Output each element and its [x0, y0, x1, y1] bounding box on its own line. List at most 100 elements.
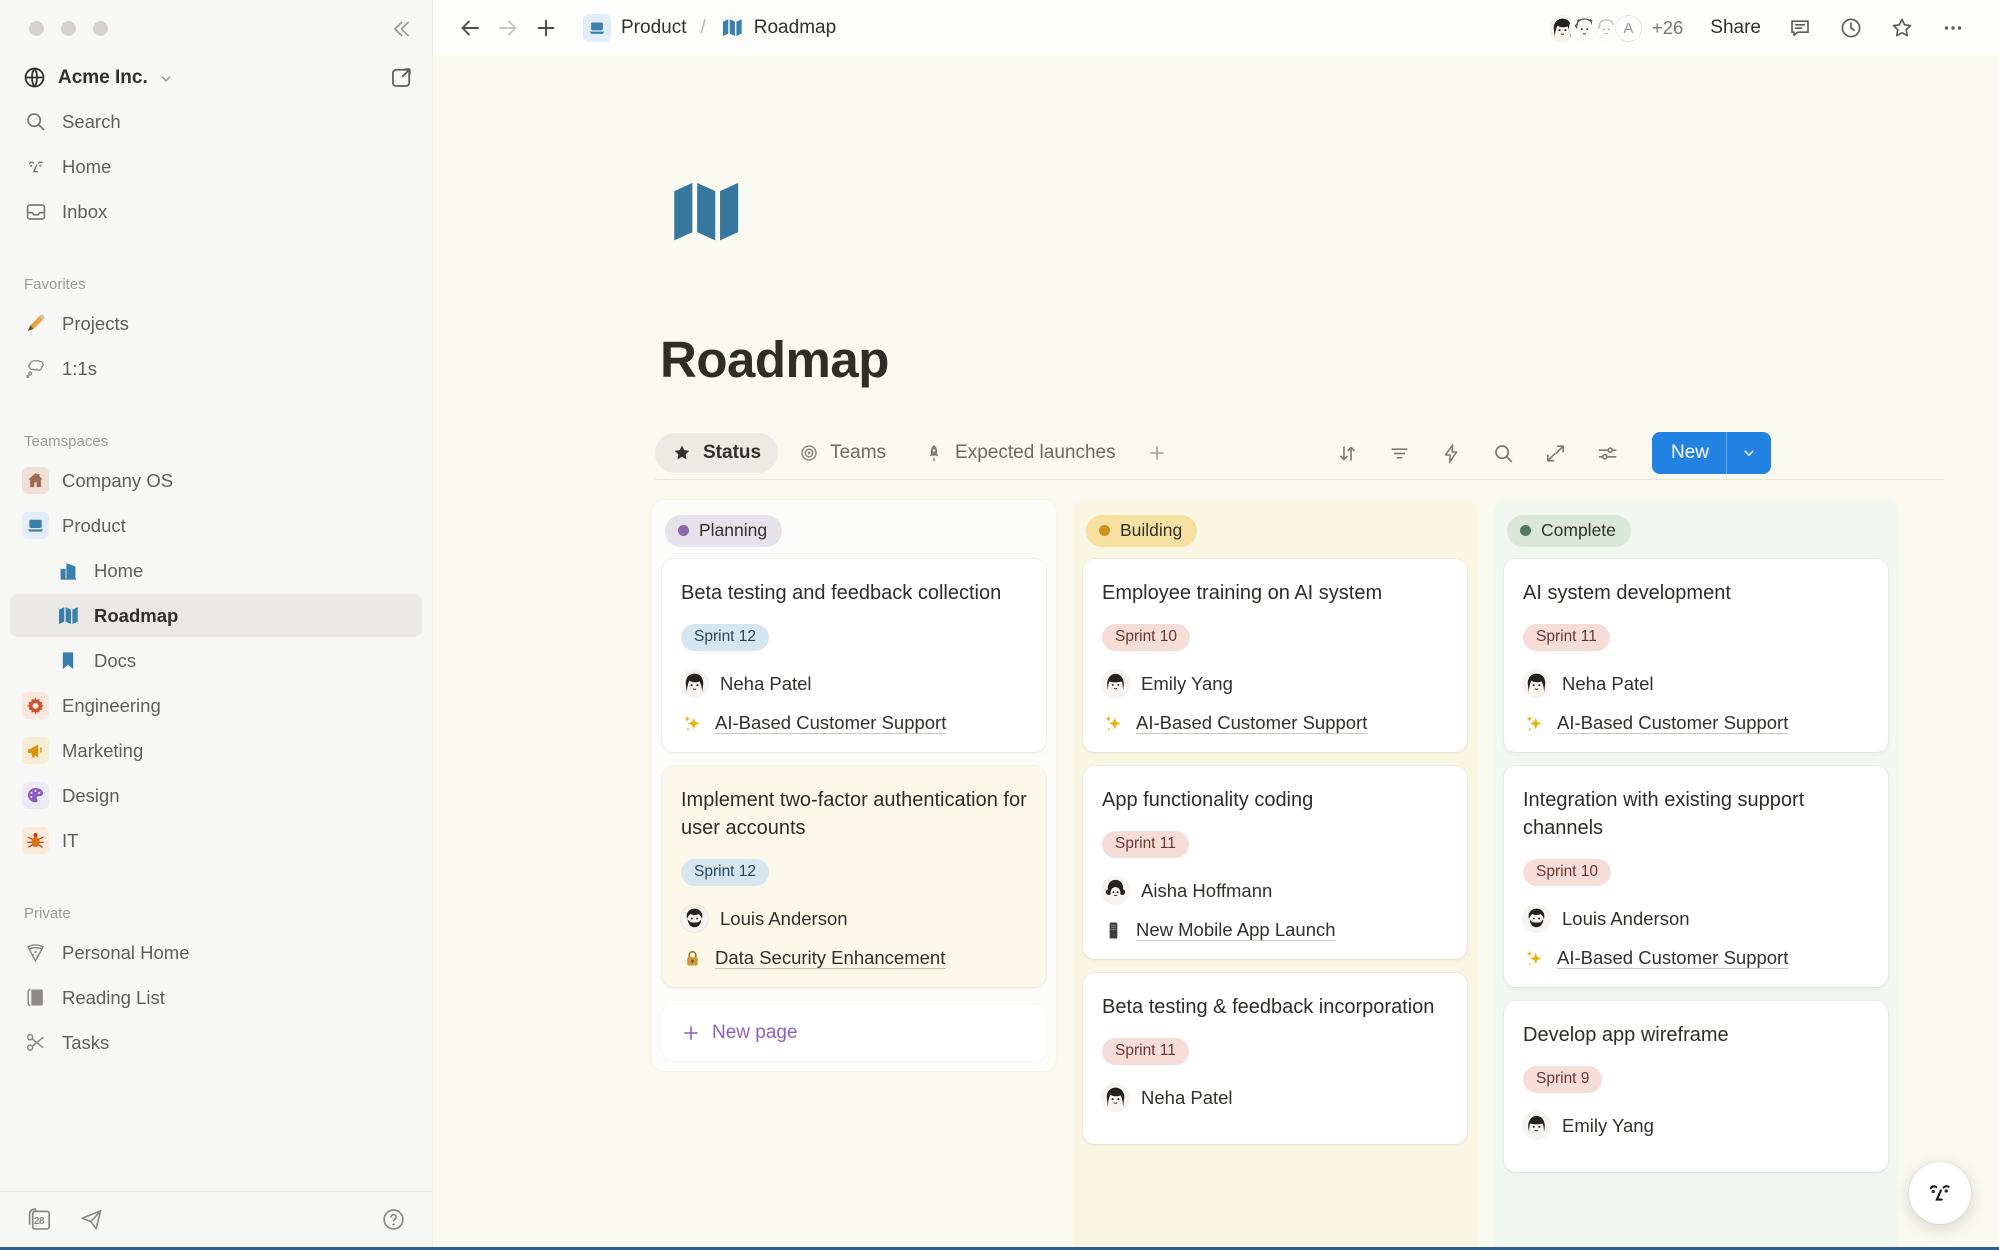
card-title[interactable]: Employee training on AI system: [1102, 579, 1448, 607]
calendar-icon[interactable]: 28: [26, 1206, 53, 1233]
sidebar-item-1-1s[interactable]: 1:1s: [10, 347, 422, 390]
new-button[interactable]: New: [1652, 432, 1771, 474]
share-button[interactable]: Share: [1710, 17, 1761, 39]
person-row[interactable]: Emily Yang: [1523, 1112, 1869, 1139]
linked-page[interactable]: New Mobile App Launch: [1136, 919, 1336, 941]
window-close-button[interactable]: [29, 21, 44, 36]
column-status-pill[interactable]: Building: [1086, 515, 1197, 547]
sprint-tag[interactable]: Sprint 12: [681, 859, 769, 886]
card-title[interactable]: Implement two-factor authentication for …: [681, 786, 1027, 842]
person-row[interactable]: Neha Patel: [681, 670, 1027, 697]
person-row[interactable]: Neha Patel: [1102, 1084, 1448, 1111]
search-icon[interactable]: [1492, 442, 1515, 465]
sidebar-item-projects[interactable]: Projects: [10, 302, 422, 345]
breadcrumb-roadmap[interactable]: Roadmap: [754, 17, 836, 39]
forward-icon[interactable]: [493, 13, 523, 43]
sidebar-item-product-home[interactable]: Home: [10, 549, 422, 592]
sprint-tag[interactable]: Sprint 10: [1523, 859, 1611, 886]
sort-icon[interactable]: [1336, 442, 1359, 465]
person-row[interactable]: Emily Yang: [1102, 670, 1448, 697]
back-icon[interactable]: [455, 13, 485, 43]
person-row[interactable]: Louis Anderson: [681, 905, 1027, 932]
notion-ai-button[interactable]: [1909, 1162, 1971, 1224]
sprint-tag[interactable]: Sprint 12: [681, 624, 769, 651]
sprint-tag[interactable]: Sprint 11: [1523, 624, 1610, 651]
favorite-star-icon[interactable]: [1890, 16, 1914, 40]
sprint-tag[interactable]: Sprint 10: [1102, 624, 1190, 651]
person-row[interactable]: Aisha Hoffmann: [1102, 877, 1448, 904]
card-title[interactable]: Beta testing and feedback collection: [681, 579, 1027, 607]
sidebar-item-it[interactable]: IT: [10, 819, 422, 862]
comments-icon[interactable]: [1788, 16, 1812, 40]
column-status-pill[interactable]: Complete: [1507, 515, 1631, 547]
sidebar-item-search[interactable]: Search: [10, 100, 422, 143]
breadcrumb-product[interactable]: Product: [621, 17, 686, 39]
workspace-switcher[interactable]: Acme Inc.: [12, 58, 424, 97]
page-title[interactable]: Roadmap: [660, 330, 889, 389]
card[interactable]: Beta testing & feedback incorporation Sp…: [1083, 973, 1467, 1144]
column-status-pill[interactable]: Planning: [665, 515, 782, 547]
relation-row[interactable]: AI-Based Customer Support: [681, 712, 1027, 734]
tab-teams[interactable]: Teams: [782, 433, 903, 473]
relation-row[interactable]: New Mobile App Launch: [1102, 919, 1448, 941]
tab-expected-launches[interactable]: Expected launches: [907, 433, 1133, 473]
card-title[interactable]: App functionality coding: [1102, 786, 1448, 814]
sidebar-item-product[interactable]: Product: [10, 504, 422, 547]
relation-row[interactable]: AI-Based Customer Support: [1523, 712, 1869, 734]
page-map-icon[interactable]: [663, 172, 747, 254]
card[interactable]: AI system development Sprint 11 Neha Pat…: [1504, 559, 1888, 752]
sidebar-item-marketing[interactable]: Marketing: [10, 729, 422, 772]
sprint-tag[interactable]: Sprint 11: [1102, 831, 1189, 858]
sidebar-item-design[interactable]: Design: [10, 774, 422, 817]
help-icon[interactable]: [381, 1207, 406, 1232]
card[interactable]: App functionality coding Sprint 11 Aisha…: [1083, 766, 1467, 959]
sidebar-item-personal-home[interactable]: Personal Home: [10, 931, 422, 974]
linked-page[interactable]: AI-Based Customer Support: [1557, 947, 1788, 969]
add-view-plus-icon[interactable]: [1147, 443, 1167, 463]
sidebar-item-roadmap[interactable]: Roadmap: [10, 594, 422, 637]
card[interactable]: Integration with existing support channe…: [1504, 766, 1888, 987]
new-tab-plus-icon[interactable]: [531, 13, 561, 43]
card[interactable]: Implement two-factor authentication for …: [662, 766, 1046, 987]
sidebar-item-reading-list[interactable]: Reading List: [10, 976, 422, 1019]
window-zoom-button[interactable]: [93, 21, 108, 36]
sidebar-item-tasks[interactable]: Tasks: [10, 1021, 422, 1064]
relation-row[interactable]: Data Security Enhancement: [681, 947, 1027, 969]
collaborator-avatars[interactable]: A +26: [1547, 13, 1683, 44]
card-title[interactable]: Beta testing & feedback incorporation: [1102, 993, 1448, 1021]
sidebar-item-docs[interactable]: Docs: [10, 639, 422, 682]
relation-row[interactable]: AI-Based Customer Support: [1102, 712, 1448, 734]
sidebar-collapse-icon[interactable]: [388, 16, 414, 42]
filter-icon[interactable]: [1388, 442, 1411, 465]
linked-page[interactable]: AI-Based Customer Support: [1557, 712, 1788, 734]
sidebar-item-company-os[interactable]: Company OS: [10, 459, 422, 502]
new-page-compose-button[interactable]: [389, 65, 414, 90]
linked-page[interactable]: AI-Based Customer Support: [1136, 712, 1367, 734]
linked-page[interactable]: Data Security Enhancement: [715, 947, 945, 969]
card-title[interactable]: Integration with existing support channe…: [1523, 786, 1869, 842]
sidebar-item-engineering[interactable]: Engineering: [10, 684, 422, 727]
sprint-tag[interactable]: Sprint 11: [1102, 1038, 1189, 1065]
new-button-caret-icon[interactable]: [1726, 432, 1771, 474]
card-title[interactable]: AI system development: [1523, 579, 1869, 607]
sidebar-item-inbox[interactable]: Inbox: [10, 190, 422, 233]
new-page-button[interactable]: New page: [662, 1004, 1046, 1061]
card[interactable]: Beta testing and feedback collection Spr…: [662, 559, 1046, 752]
sprint-tag[interactable]: Sprint 9: [1523, 1066, 1602, 1093]
tab-status[interactable]: Status: [655, 433, 778, 473]
person-row[interactable]: Louis Anderson: [1523, 905, 1869, 932]
view-settings-sliders-icon[interactable]: [1596, 442, 1619, 465]
automations-lightning-icon[interactable]: [1440, 442, 1463, 465]
relation-row[interactable]: AI-Based Customer Support: [1523, 947, 1869, 969]
card[interactable]: Employee training on AI system Sprint 10…: [1083, 559, 1467, 752]
more-options-icon[interactable]: [1941, 16, 1965, 40]
expand-icon[interactable]: [1544, 442, 1567, 465]
person-row[interactable]: Neha Patel: [1523, 670, 1869, 697]
card[interactable]: Develop app wireframe Sprint 9 Emily Yan…: [1504, 1001, 1888, 1172]
sidebar-item-home[interactable]: Home: [10, 145, 422, 188]
invite-send-icon[interactable]: [79, 1207, 104, 1232]
linked-page[interactable]: AI-Based Customer Support: [715, 712, 946, 734]
card-title[interactable]: Develop app wireframe: [1523, 1021, 1869, 1049]
updates-clock-icon[interactable]: [1839, 16, 1863, 40]
window-minimize-button[interactable]: [61, 21, 76, 36]
